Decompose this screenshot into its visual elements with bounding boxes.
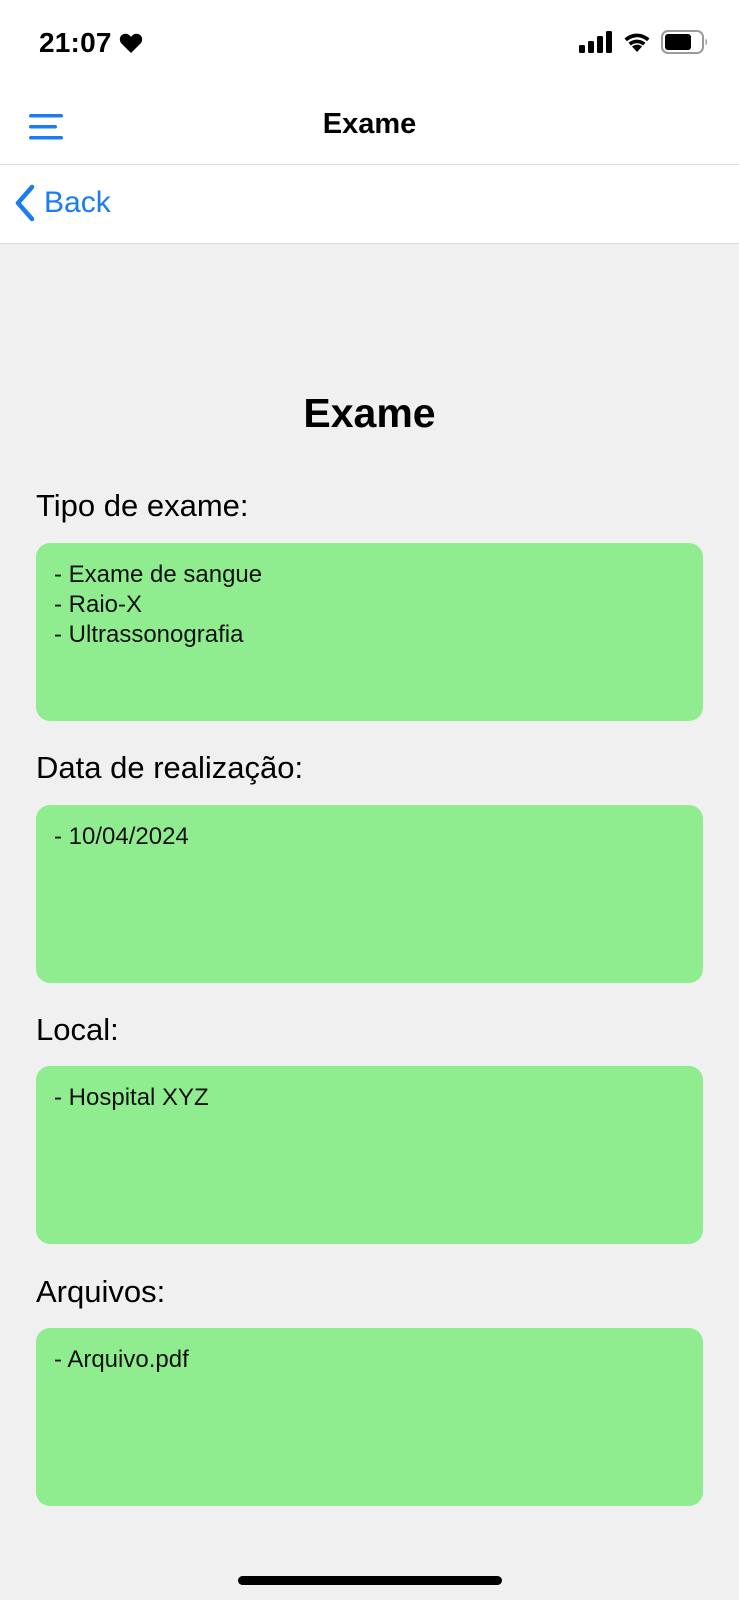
files-list: - Arquivo.pdf xyxy=(54,1345,189,1375)
exam-type-label: Tipo de exame: xyxy=(36,488,249,523)
location-box: - Hospital XYZ xyxy=(36,1066,703,1244)
battery-icon xyxy=(661,30,707,54)
list-item: - Hospital XYZ xyxy=(54,1084,209,1111)
signal-icon xyxy=(579,31,612,53)
home-indicator[interactable] xyxy=(238,1576,502,1585)
page-title: Exame xyxy=(303,390,436,436)
location-label: Local: xyxy=(36,1012,119,1047)
list-item: - Raio-X xyxy=(54,591,143,618)
wifi-icon xyxy=(624,33,650,52)
status-icons xyxy=(579,30,709,54)
status-time-group: 21:07 xyxy=(39,27,143,59)
date-label: Data de realização: xyxy=(36,750,304,785)
date-box: - 10/04/2024 xyxy=(36,805,703,983)
list-item: - Ultrassonografia xyxy=(54,621,244,648)
nav-bar: Exame xyxy=(0,88,739,165)
date-list: - 10/04/2024 xyxy=(54,822,189,852)
file-link[interactable]: - Arquivo.pdf xyxy=(54,1345,189,1375)
back-label: Back xyxy=(44,186,111,219)
exam-type-box: - Exame de sangue - Raio-X - Ultrassonog… xyxy=(36,543,703,721)
files-label: Arquivos: xyxy=(36,1274,166,1309)
chevron-left-icon xyxy=(15,184,35,222)
files-box: - Arquivo.pdf xyxy=(36,1328,703,1506)
back-button[interactable]: Back xyxy=(14,184,111,222)
back-bar: Back xyxy=(0,165,739,244)
location-list: - Hospital XYZ xyxy=(54,1083,209,1113)
nav-title: Exame xyxy=(322,108,417,140)
status-bar: 21:07 xyxy=(0,0,739,88)
status-time: 21:07 xyxy=(39,27,112,58)
list-item: - Exame de sangue xyxy=(54,561,263,588)
heart-icon xyxy=(119,33,142,53)
list-item: - 10/04/2024 xyxy=(54,823,189,850)
exam-type-list: - Exame de sangue - Raio-X - Ultrassonog… xyxy=(54,560,262,650)
